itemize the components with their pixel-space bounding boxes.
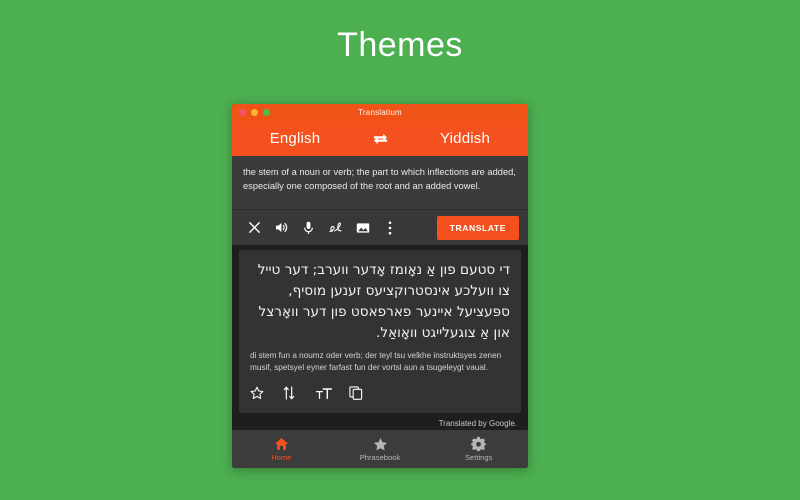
microphone-icon bbox=[304, 221, 313, 234]
page-title: Themes bbox=[337, 26, 463, 64]
swap-text-button[interactable] bbox=[283, 383, 316, 403]
transliteration-text: di stem fun a noumz oder verb; der teyl … bbox=[250, 351, 502, 372]
source-toolbar: TRANSLATE bbox=[232, 209, 528, 245]
handwriting-icon bbox=[328, 222, 342, 233]
text-size-button[interactable] bbox=[316, 383, 349, 403]
copy-icon bbox=[349, 386, 363, 400]
source-language-button[interactable]: English bbox=[232, 130, 358, 147]
source-text-area[interactable]: the stem of a noun or verb; the part to … bbox=[232, 156, 528, 209]
swap-vertical-icon bbox=[283, 386, 295, 400]
result-actions bbox=[250, 374, 510, 413]
listen-source-button[interactable] bbox=[268, 215, 295, 241]
language-bar: English Yiddish bbox=[232, 121, 528, 156]
gear-icon bbox=[471, 436, 487, 451]
traffic-lights bbox=[239, 104, 270, 121]
favorite-button[interactable] bbox=[250, 383, 283, 403]
more-vertical-icon bbox=[388, 221, 391, 234]
swap-languages-button[interactable] bbox=[358, 133, 402, 145]
result-card: די סטעם פון אַ נאָומז אָדער ווערב; דער ט… bbox=[239, 250, 521, 413]
translate-button[interactable]: TRANSLATE bbox=[436, 215, 519, 240]
nav-label-phrasebook: Phrasebook bbox=[359, 452, 401, 462]
minimize-window-button[interactable] bbox=[251, 109, 258, 116]
star-icon bbox=[373, 437, 387, 450]
star-outline-icon bbox=[250, 386, 264, 399]
translated-text: די סטעם פון אַ נאָומז אָדער ווערב; דער ט… bbox=[257, 262, 510, 341]
translation-attribution: Translated by Google. bbox=[438, 419, 517, 428]
nav-label-home: Home bbox=[271, 452, 292, 462]
close-window-button[interactable] bbox=[239, 109, 246, 116]
source-text: the stem of a noun or verb; the part to … bbox=[243, 167, 516, 191]
bottom-navigation: Home Phrasebook Settings bbox=[232, 430, 528, 468]
result-region: די סטעם פון אַ נאָומז אָדער ווערב; דער ט… bbox=[232, 245, 528, 430]
handwriting-input-button[interactable] bbox=[322, 215, 349, 241]
nav-item-settings[interactable]: Settings bbox=[429, 436, 528, 462]
app-window: Translatium English Yiddish the stem of … bbox=[232, 104, 528, 468]
close-icon bbox=[248, 221, 261, 234]
swap-horizontal-icon bbox=[373, 133, 387, 144]
maximize-window-button[interactable] bbox=[263, 109, 270, 116]
window-title-bar: Translatium bbox=[232, 104, 528, 121]
copy-button[interactable] bbox=[349, 383, 382, 403]
voice-input-button[interactable] bbox=[295, 215, 322, 241]
window-title: Translatium bbox=[358, 108, 402, 117]
speaker-icon bbox=[275, 222, 287, 233]
nav-item-phrasebook[interactable]: Phrasebook bbox=[331, 437, 430, 462]
image-input-button[interactable] bbox=[349, 215, 376, 241]
clear-text-button[interactable] bbox=[241, 215, 268, 241]
nav-item-home[interactable]: Home bbox=[232, 437, 331, 462]
image-icon bbox=[356, 222, 369, 233]
home-icon bbox=[274, 437, 289, 450]
target-language-button[interactable]: Yiddish bbox=[402, 130, 528, 147]
more-options-button[interactable] bbox=[376, 215, 403, 241]
nav-label-settings: Settings bbox=[464, 453, 493, 462]
format-size-icon bbox=[316, 387, 332, 399]
